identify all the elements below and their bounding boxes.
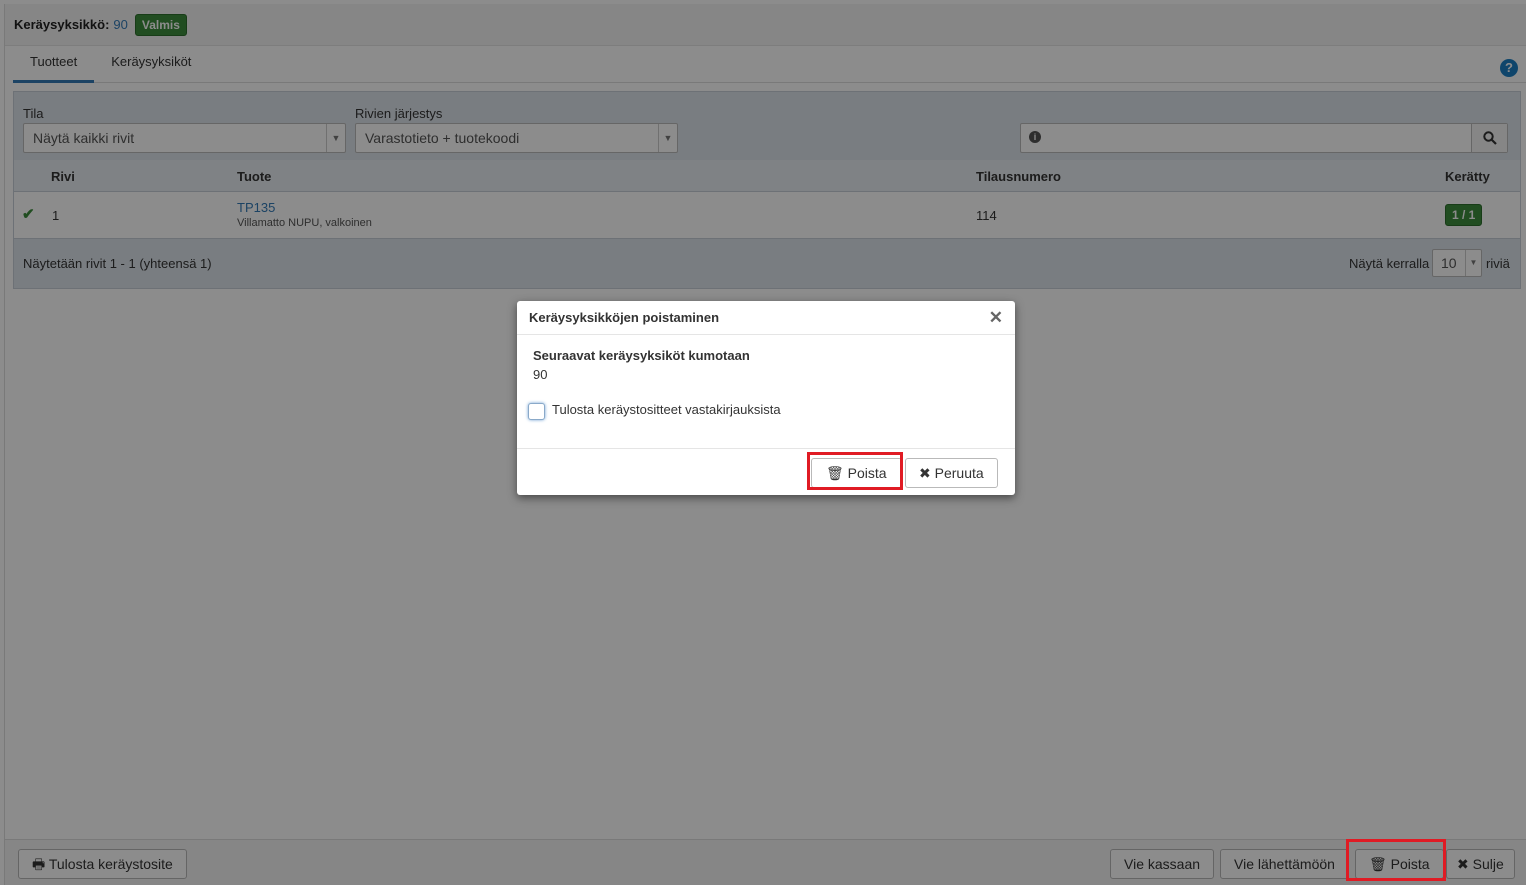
print-vouchers-label[interactable]: Tulosta keräystositteet vastakirjauksist… xyxy=(552,402,781,417)
dialog-cancel-label: Peruuta xyxy=(934,465,984,481)
dialog-cancel-button[interactable]: ✖ Peruuta xyxy=(905,458,998,488)
close-icon[interactable]: ✕ xyxy=(989,301,1003,334)
print-vouchers-checkbox[interactable] xyxy=(528,403,545,420)
delete-dialog: Keräysyksikköjen poistaminen ✕ Seuraavat… xyxy=(517,301,1015,495)
highlight-box xyxy=(807,452,903,490)
dialog-units: 90 xyxy=(533,367,548,382)
dialog-body: Seuraavat keräysyksiköt kumotaan 90 Tulo… xyxy=(517,335,1015,448)
dialog-message-heading: Seuraavat keräysyksiköt kumotaan xyxy=(533,348,750,363)
close-icon: ✖ xyxy=(919,465,931,481)
highlight-box xyxy=(1346,839,1446,881)
dialog-footer: 🗑 Poista ✖ Peruuta xyxy=(517,448,1015,495)
dialog-title: Keräysyksikköjen poistaminen xyxy=(529,310,720,325)
dialog-header: Keräysyksikköjen poistaminen ✕ xyxy=(517,301,1015,335)
